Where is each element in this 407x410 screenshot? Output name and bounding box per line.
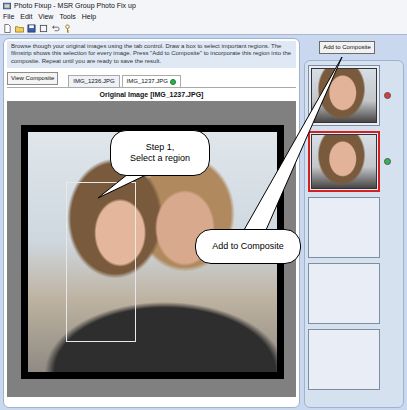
callout-line: Select a region — [130, 153, 190, 164]
tab-label: IMG_1236.JPG — [73, 78, 114, 85]
app-window: Photo Fixup - MSR Group Photo Fix up Fil… — [0, 0, 407, 410]
selection-rectangle[interactable] — [66, 182, 136, 342]
add-to-composite-button[interactable]: Add to Composite — [319, 41, 375, 54]
app-icon — [3, 2, 11, 10]
filmstrip-row — [308, 131, 400, 192]
frame-icon[interactable] — [39, 24, 48, 33]
filmstrip-row — [308, 263, 400, 324]
image-title: Original Image [IMG_1237.JPG] — [7, 88, 296, 101]
open-folder-icon[interactable] — [15, 24, 24, 33]
menu-bar: File Edit View Tools Help — [0, 12, 407, 22]
filmstrip-row — [308, 65, 400, 126]
filmstrip-slot[interactable] — [308, 197, 380, 258]
window-title: Photo Fixup - MSR Group Photo Fix up — [14, 2, 136, 10]
filmstrip-slot[interactable] — [308, 65, 380, 126]
image-panel: Browse though your original images using… — [3, 38, 300, 408]
filmstrip — [304, 60, 404, 408]
tab-bar: View Composite IMG_1236.JPG IMG_1237.JPG — [7, 72, 296, 88]
callout-line: Step 1, — [146, 142, 175, 153]
callout-pointers — [0, 0, 407, 410]
new-file-icon[interactable] — [3, 24, 12, 33]
filmstrip-slot[interactable] — [308, 263, 380, 324]
main-area: Browse though your original images using… — [0, 35, 407, 410]
image-tab[interactable]: IMG_1237.JPG — [122, 75, 181, 87]
menu-item[interactable]: Edit — [20, 13, 32, 21]
status-dot-icon — [384, 92, 391, 99]
tab-label: IMG_1237.JPG — [127, 78, 168, 85]
filmstrip-row — [308, 197, 400, 258]
filmstrip-row — [308, 329, 400, 390]
callout: Add to Composite — [195, 229, 301, 264]
image-tab[interactable]: IMG_1236.JPG — [68, 75, 119, 87]
key-icon[interactable] — [63, 24, 72, 33]
instructions-text: Browse though your original images using… — [11, 43, 291, 64]
menu-item[interactable]: Help — [82, 13, 96, 21]
title-bar: Photo Fixup - MSR Group Photo Fix up — [0, 0, 407, 12]
menu-item[interactable]: View — [38, 13, 53, 21]
menu-item[interactable]: File — [3, 13, 14, 21]
save-icon[interactable] — [27, 24, 36, 33]
view-composite-button[interactable]: View Composite — [7, 72, 58, 85]
status-dot-icon — [384, 158, 391, 165]
thumbnail[interactable] — [311, 68, 377, 123]
filmstrip-slot[interactable] — [308, 131, 380, 192]
callout-line: Add to Composite — [212, 241, 284, 252]
thumbnail[interactable] — [311, 134, 377, 189]
filmstrip-slot[interactable] — [308, 329, 380, 390]
menu-item[interactable]: Tools — [59, 13, 75, 21]
toolbar — [0, 22, 407, 35]
image-title-text: Original Image [IMG_1237.JPG] — [100, 91, 204, 98]
callout: Step 1,Select a region — [110, 130, 210, 176]
undo-icon[interactable] — [51, 24, 60, 33]
filmstrip-column: Add to Composite — [304, 38, 404, 408]
status-dot-icon — [170, 79, 176, 85]
instructions: Browse though your original images using… — [7, 41, 296, 68]
